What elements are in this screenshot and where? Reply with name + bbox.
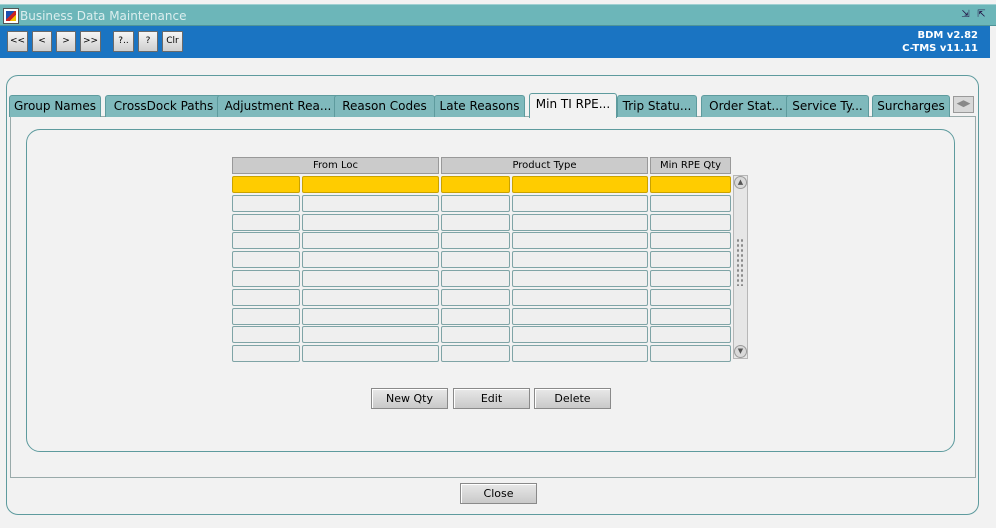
from-loc-code-cell[interactable] [232, 308, 300, 325]
min-rpe-qty-cell[interactable] [650, 232, 731, 249]
product-type-name-cell[interactable] [512, 214, 648, 231]
query-button[interactable]: ?.. [113, 31, 134, 52]
app-icon [3, 8, 19, 24]
product-type-name-cell[interactable] [512, 251, 648, 268]
close-button[interactable]: Close [460, 483, 537, 504]
from-loc-name-cell[interactable] [302, 326, 439, 343]
product-type-code-cell[interactable] [441, 326, 510, 343]
grid-scrollbar[interactable]: ▲ ▼ [733, 175, 748, 359]
from-loc-name-cell[interactable] [302, 251, 439, 268]
product-type-code-cell[interactable] [441, 308, 510, 325]
min-rpe-qty-cell[interactable] [650, 176, 731, 193]
ctms-version: C-TMS v11.11 [902, 43, 978, 54]
product-type-name-cell[interactable] [512, 232, 648, 249]
from-loc-name-cell[interactable] [302, 270, 439, 287]
min-rpe-qty-cell[interactable] [650, 270, 731, 287]
min-rpe-qty-cell[interactable] [650, 214, 731, 231]
from-loc-code-cell[interactable] [232, 345, 300, 362]
tab-surcharges[interactable]: Surcharges [872, 95, 950, 117]
product-type-code-cell[interactable] [441, 251, 510, 268]
tab-trip-status[interactable]: Trip Statu... [617, 95, 697, 117]
column-header-from-loc[interactable]: From Loc [232, 157, 439, 174]
previous-record-button[interactable]: < [32, 31, 52, 52]
product-type-code-cell[interactable] [441, 289, 510, 306]
tab-crossdock-paths[interactable]: CrossDock Paths [105, 95, 222, 117]
from-loc-code-cell[interactable] [232, 176, 300, 193]
column-header-min-rpe-qty[interactable]: Min RPE Qty [650, 157, 731, 174]
delete-button[interactable]: Delete [534, 388, 611, 409]
next-record-button[interactable]: > [56, 31, 76, 52]
from-loc-name-cell[interactable] [302, 308, 439, 325]
product-type-code-cell[interactable] [441, 270, 510, 287]
from-loc-code-cell[interactable] [232, 214, 300, 231]
product-type-name-cell[interactable] [512, 345, 648, 362]
min-rpe-qty-cell[interactable] [650, 326, 731, 343]
product-type-name-cell[interactable] [512, 289, 648, 306]
product-type-code-cell[interactable] [441, 214, 510, 231]
tab-late-reasons[interactable]: Late Reasons [434, 95, 525, 117]
min-rpe-qty-cell[interactable] [650, 308, 731, 325]
min-rpe-qty-cell[interactable] [650, 289, 731, 306]
from-loc-name-cell[interactable] [302, 176, 439, 193]
tab-adjustment-reasons[interactable]: Adjustment Rea... [217, 95, 339, 117]
tab-reason-codes[interactable]: Reason Codes [334, 95, 435, 117]
from-loc-code-cell[interactable] [232, 195, 300, 212]
product-type-name-cell[interactable] [512, 308, 648, 325]
tab-min-ti-rpe[interactable]: Min TI RPE... [529, 93, 617, 118]
from-loc-code-cell[interactable] [232, 270, 300, 287]
product-type-name-cell[interactable] [512, 326, 648, 343]
last-record-button[interactable]: >> [80, 31, 101, 52]
from-loc-code-cell[interactable] [232, 289, 300, 306]
from-loc-name-cell[interactable] [302, 345, 439, 362]
new-qty-button[interactable]: New Qty [371, 388, 448, 409]
product-type-name-cell[interactable] [512, 195, 648, 212]
product-type-code-cell[interactable] [441, 176, 510, 193]
from-loc-name-cell[interactable] [302, 232, 439, 249]
minimize-icon[interactable]: ⇲ [959, 8, 972, 21]
from-loc-code-cell[interactable] [232, 326, 300, 343]
scroll-up-icon[interactable]: ▲ [734, 176, 747, 189]
version-info: BDM v2.82 C-TMS v11.11 [902, 29, 978, 55]
from-loc-name-cell[interactable] [302, 214, 439, 231]
first-record-button[interactable]: << [7, 31, 28, 52]
from-loc-name-cell[interactable] [302, 195, 439, 212]
tab-order-status[interactable]: Order Stat... [701, 95, 791, 117]
min-rpe-qty-cell[interactable] [650, 345, 731, 362]
from-loc-name-cell[interactable] [302, 289, 439, 306]
maximize-icon[interactable]: ⇱ [975, 8, 988, 21]
product-type-name-cell[interactable] [512, 270, 648, 287]
toolbar: << < > >> ?.. ? Clr BDM v2.82 C-TMS v11.… [0, 26, 990, 58]
from-loc-code-cell[interactable] [232, 251, 300, 268]
column-header-product-type[interactable]: Product Type [441, 157, 648, 174]
from-loc-code-cell[interactable] [232, 232, 300, 249]
min-rpe-qty-cell[interactable] [650, 195, 731, 212]
window-title-bar: Business Data Maintenance ⇲ ⇱ [0, 4, 996, 26]
bdm-version: BDM v2.82 [917, 30, 978, 41]
tab-service-types[interactable]: Service Ty... [786, 95, 869, 117]
product-type-name-cell[interactable] [512, 176, 648, 193]
product-type-code-cell[interactable] [441, 232, 510, 249]
product-type-code-cell[interactable] [441, 195, 510, 212]
edit-button[interactable]: Edit [453, 388, 530, 409]
clear-button[interactable]: Clr [162, 31, 183, 52]
scroll-thumb[interactable] [736, 238, 745, 286]
window-title: Business Data Maintenance [20, 9, 187, 23]
tab-group-names[interactable]: Group Names [9, 95, 101, 117]
help-button[interactable]: ? [138, 31, 158, 52]
scroll-down-icon[interactable]: ▼ [734, 345, 747, 358]
product-type-code-cell[interactable] [441, 345, 510, 362]
min-rpe-qty-cell[interactable] [650, 251, 731, 268]
tab-scroll-arrows-icon[interactable]: ◀▶ [953, 96, 974, 113]
